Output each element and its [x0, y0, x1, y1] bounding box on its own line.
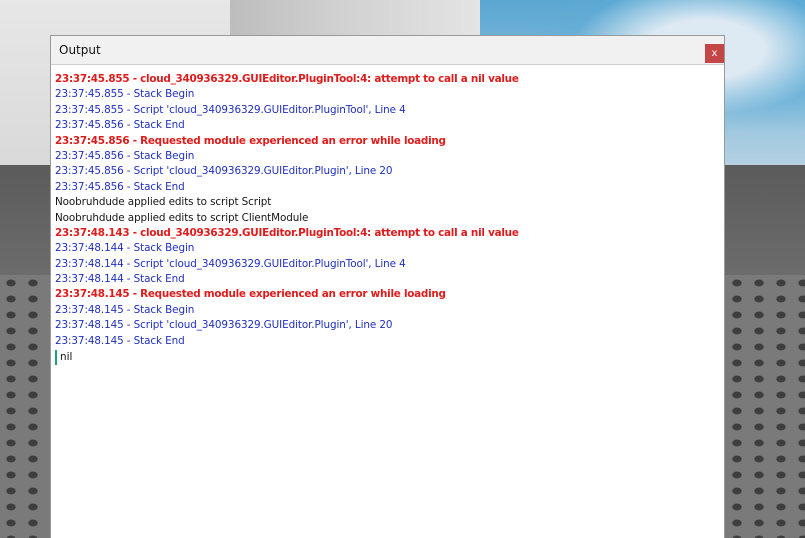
log-line-error: 23:37:48.145 - Requested module experien… — [55, 288, 446, 301]
output-titlebar[interactable]: Output x — [51, 36, 724, 65]
close-button[interactable]: x — [705, 44, 724, 63]
log-line-info: 23:37:48.145 - Stack End — [55, 334, 185, 347]
text-caret — [55, 350, 57, 366]
command-input-line[interactable]: nil — [55, 350, 721, 366]
log-line-message: Noobruhdude applied edits to script Scri… — [55, 196, 272, 209]
log-line-error: 23:37:45.856 - Requested module experien… — [55, 134, 446, 147]
window-title: Output — [59, 43, 101, 57]
log-line-message: Noobruhdude applied edits to script Clie… — [55, 211, 309, 224]
log-lines: 23:37:45.855 - cloud_340936329.GUIEditor… — [55, 72, 721, 349]
log-line-info: 23:37:45.856 - Stack End — [55, 119, 185, 132]
log-line-info: 23:37:45.856 - Stack Begin — [55, 149, 195, 162]
log-line-info: 23:37:48.144 - Stack End — [55, 273, 185, 286]
output-log[interactable]: 23:37:45.855 - cloud_340936329.GUIEditor… — [55, 72, 721, 534]
log-line-info: 23:37:48.145 - Stack Begin — [55, 303, 195, 316]
log-line-info: 23:37:48.145 - Script 'cloud_340936329.G… — [55, 319, 393, 332]
output-window: Output x 23:37:45.855 - cloud_340936329.… — [50, 35, 725, 538]
log-line-info: 23:37:48.144 - Script 'cloud_340936329.G… — [55, 257, 406, 270]
log-line-info: 23:37:45.856 - Script 'cloud_340936329.G… — [55, 165, 393, 178]
log-line-info: 23:37:45.855 - Script 'cloud_340936329.G… — [55, 103, 406, 116]
log-line-error: 23:37:48.143 - cloud_340936329.GUIEditor… — [55, 226, 519, 239]
log-line-error: 23:37:45.855 - cloud_340936329.GUIEditor… — [55, 73, 519, 85]
command-input-value[interactable]: nil — [60, 351, 72, 363]
log-line-info: 23:37:45.855 - Stack Begin — [55, 88, 195, 101]
log-line-info: 23:37:45.856 - Stack End — [55, 180, 185, 193]
log-line-info: 23:37:48.144 - Stack Begin — [55, 242, 195, 255]
